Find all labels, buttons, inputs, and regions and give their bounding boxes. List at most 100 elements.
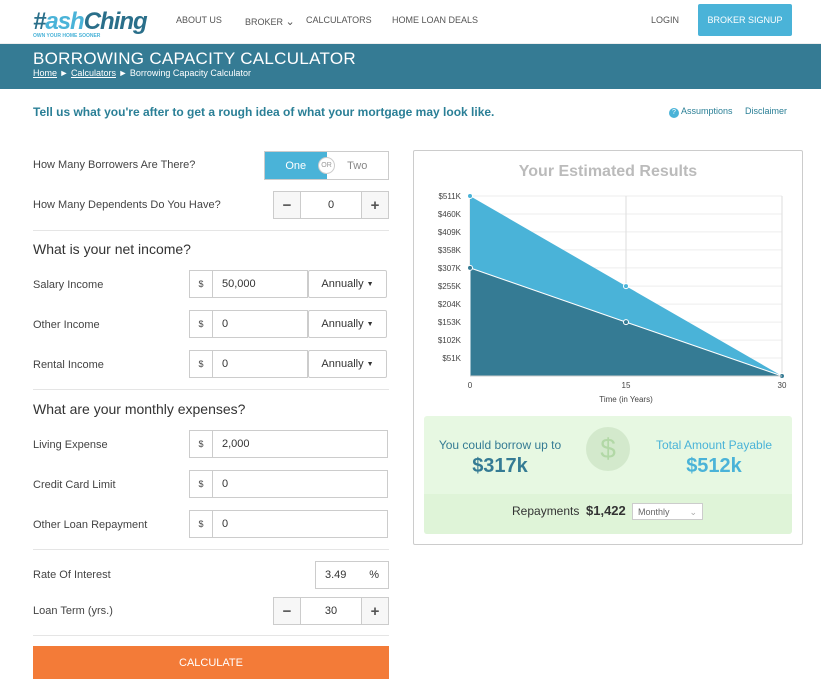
frequency-value: Annually [321,318,364,330]
caret-down-icon: ▼ [366,280,374,288]
expense-label: Other Loan Repayment [33,519,148,531]
income-frequency-select[interactable]: Annually ▼ [308,310,387,338]
divider [33,549,389,550]
nav-about[interactable]: ABOUT US [176,15,222,25]
caret-down-icon: ▼ [366,360,374,368]
help-icon: ? [669,108,679,118]
income-heading: What is your net income? [33,241,191,257]
currency-prefix: $ [189,510,213,538]
nav-calculators[interactable]: CALCULATORS [306,15,372,25]
intro-text: Tell us what you're after to get a rough… [33,105,495,119]
results-chart: $51K $102K $153K $204K $255K $307K $358K $409K $… [438,192,787,404]
borrowers-toggle[interactable]: One Two OR [264,151,389,180]
breadcrumb-current: Borrowing Capacity Calculator [129,68,251,78]
expense-input[interactable]: 0 [212,470,388,498]
x-tick-label: 30 [778,381,787,390]
term-minus-button[interactable]: − [273,597,301,625]
y-tick-label: $51K [442,354,461,363]
currency-prefix: $ [189,270,213,298]
y-tick-label: $102K [438,336,462,345]
rate-input[interactable]: 3.49% [315,561,389,589]
y-tick-label: $460K [438,210,462,219]
currency-prefix: $ [189,470,213,498]
results-title: Your Estimated Results [518,163,698,180]
currency-prefix: $ [189,310,213,338]
y-tick-label: $358K [438,246,462,255]
divider [33,635,389,636]
or-badge: OR [318,157,335,174]
assumptions-link[interactable]: ? Assumptions [669,106,733,118]
x-tick-label: 0 [468,381,473,390]
y-tick-label: $307K [438,264,462,273]
rate-value: 3.49 [325,569,347,581]
login-link[interactable]: LOGIN [651,15,679,25]
dependents-input[interactable]: 0 [300,191,362,219]
income-label: Rental Income [33,359,104,371]
results-summary: You could borrow up to $317k $ Total Amo… [424,416,792,534]
nav-broker-label: BROKER [245,17,284,27]
y-tick-label: $409K [438,228,462,237]
page-title: BORROWING CAPACITY CALCULATOR [33,49,356,68]
term-label: Loan Term (yrs.) [33,605,113,617]
expense-label: Credit Card Limit [33,479,116,491]
divider [33,389,389,390]
breadcrumb-home[interactable]: Home [33,68,57,78]
breadcrumb-calculators[interactable]: Calculators [71,68,116,78]
data-point [623,283,629,290]
borrow-value: $317k [472,455,528,477]
disclaimer-link[interactable]: Disclaimer [745,106,787,116]
top-nav: #ashChing OWN YOUR HOME SOONER ABOUT US B… [0,0,821,44]
expense-input[interactable]: 2,000 [212,430,388,458]
broker-signup-button[interactable]: BROKER SIGNUP [698,4,792,36]
nav-broker[interactable]: BROKER ⌄ [245,15,295,28]
dependents-label: How Many Dependents Do You Have? [33,199,221,211]
term-input[interactable]: 30 [300,597,362,625]
income-label: Salary Income [33,279,104,291]
breadcrumb: Home ► Calculators ► Borrowing Capacity … [33,68,251,78]
income-input[interactable]: 0 [212,310,308,338]
term-plus-button[interactable]: + [361,597,389,625]
x-tick-label: 15 [622,381,631,390]
income-label: Other Income [33,319,100,331]
income-frequency-select[interactable]: Annually ▼ [308,350,387,378]
data-point [467,193,473,199]
dependents-minus-button[interactable]: − [273,191,301,219]
repayment-frequency-value: Monthly [638,507,670,517]
y-tick-label: $255K [438,282,462,291]
y-tick-label: $153K [438,318,462,327]
borrow-label: You could borrow up to [438,438,562,452]
divider [33,230,389,231]
payable-label: Total Amount Payable [655,438,773,452]
rate-label: Rate Of Interest [33,569,111,581]
borrowers-two[interactable]: Two [327,152,389,179]
repayments-label: Repayments [512,504,580,518]
caret-down-icon: ▼ [366,320,374,328]
assumptions-label: Assumptions [681,106,733,116]
income-frequency-select[interactable]: Annually ▼ [308,270,387,298]
y-tick-label: $204K [438,300,462,309]
page-banner: BORROWING CAPACITY CALCULATOR Home ► Cal… [0,44,821,89]
repayments-value: $1,422 [586,503,626,518]
frequency-value: Annually [321,278,364,290]
dependents-plus-button[interactable]: + [361,191,389,219]
logo[interactable]: #ashChing OWN YOUR HOME SOONER [33,8,148,39]
chevron-down-icon: ⌄ [689,507,697,517]
calculate-button[interactable]: CALCULATE [33,646,389,679]
income-input[interactable]: 0 [212,350,308,378]
borrowers-label: How Many Borrowers Are There? [33,159,196,171]
x-axis-label: Time (in Years) [599,395,653,404]
currency-prefix: $ [189,350,213,378]
frequency-value: Annually [321,358,364,370]
nav-home-loan-deals[interactable]: HOME LOAN DEALS [392,15,478,25]
chevron-down-icon: ⌄ [285,16,295,28]
expenses-heading: What are your monthly expenses? [33,401,246,417]
expense-label: Living Expense [33,439,108,451]
income-input[interactable]: 50,000 [212,270,308,298]
payable-value: $512k [686,455,742,477]
expense-input[interactable]: 0 [212,510,388,538]
repayment-frequency-select[interactable]: Monthly ⌄ [632,503,703,520]
y-tick-label: $511K [438,192,461,201]
currency-prefix: $ [189,430,213,458]
dollar-icon: $ [586,427,630,471]
data-point [467,264,473,271]
